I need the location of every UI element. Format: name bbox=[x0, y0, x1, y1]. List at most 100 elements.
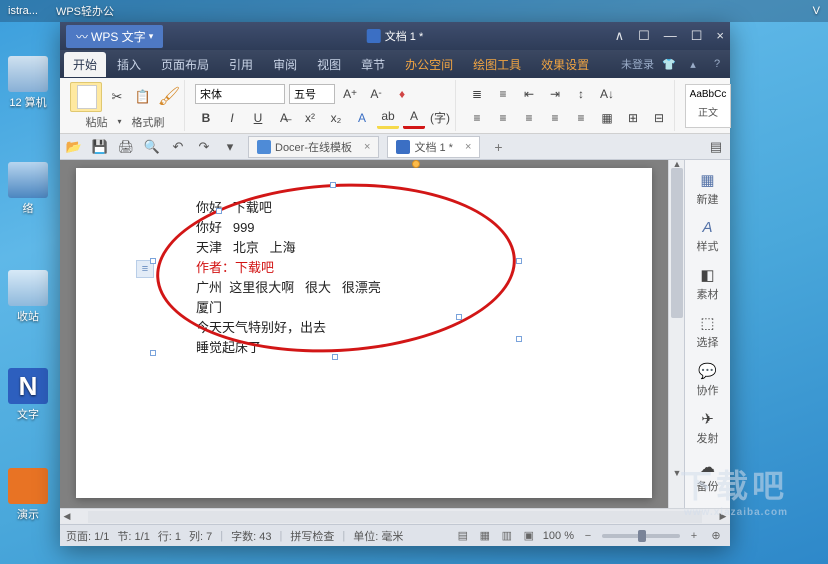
subscript-button[interactable]: x₂ bbox=[325, 107, 347, 129]
status-page[interactable]: 页面: 1/1 bbox=[66, 528, 109, 544]
resize-handle[interactable] bbox=[330, 182, 336, 188]
sort-icon[interactable]: A↓ bbox=[596, 83, 618, 105]
app-name-dropdown[interactable]: 〰 WPS 文字 ▾ bbox=[66, 25, 163, 48]
maximize-button[interactable]: ☐ bbox=[691, 28, 703, 44]
line-spacing-icon[interactable]: ↕ bbox=[570, 83, 592, 105]
char-shading-icon[interactable]: (字) bbox=[429, 107, 451, 129]
align-right-icon[interactable]: ≡ bbox=[518, 107, 540, 129]
scroll-down-icon[interactable]: ▼ bbox=[669, 468, 685, 482]
scroll-thumb[interactable] bbox=[671, 168, 683, 318]
tab-list-icon[interactable]: ▤ bbox=[706, 137, 726, 157]
help-icon[interactable]: ? bbox=[708, 55, 726, 73]
doc-tab-current[interactable]: 文档 1 * × bbox=[387, 136, 480, 158]
font-family-select[interactable] bbox=[195, 84, 285, 104]
desktop-icon-recycle[interactable]: 收站 bbox=[4, 270, 52, 324]
text-line[interactable]: 你好 下载吧 bbox=[196, 198, 532, 218]
cut-icon[interactable]: ✂ bbox=[106, 86, 128, 108]
status-line[interactable]: 行: 1 bbox=[158, 528, 181, 544]
redo-icon[interactable]: ↷ bbox=[194, 137, 214, 157]
highlight-icon[interactable]: ab bbox=[377, 107, 399, 129]
text-line[interactable]: 你好 999 bbox=[196, 218, 532, 238]
borders-icon[interactable]: ⊞ bbox=[622, 107, 644, 129]
collapse-ribbon-icon[interactable]: ▴ bbox=[684, 55, 702, 73]
side-new[interactable]: ▦新建 bbox=[685, 166, 731, 212]
shading-icon[interactable]: ▦ bbox=[596, 107, 618, 129]
resize-handle[interactable] bbox=[150, 350, 156, 356]
restore-inner-icon[interactable]: ☐ bbox=[638, 28, 650, 44]
side-collab[interactable]: 💬协作 bbox=[685, 357, 731, 403]
resize-handle[interactable] bbox=[516, 258, 522, 264]
skin-icon[interactable]: 👕 bbox=[660, 55, 678, 73]
align-center-icon[interactable]: ≡ bbox=[492, 107, 514, 129]
italic-button[interactable]: I bbox=[221, 107, 243, 129]
text-line-author[interactable]: 作者：下载吧 bbox=[196, 258, 532, 278]
print-preview-icon[interactable]: 🔍 bbox=[142, 137, 162, 157]
rotate-handle[interactable] bbox=[412, 160, 420, 168]
desktop-icon-present[interactable]: 演示 bbox=[4, 468, 52, 522]
taskbar-item[interactable]: WPS轻办公 bbox=[56, 3, 114, 19]
resize-handle[interactable] bbox=[516, 336, 522, 342]
tab-home[interactable]: 开始 bbox=[64, 52, 106, 77]
new-tab-button[interactable]: + bbox=[486, 139, 510, 155]
status-col[interactable]: 列: 7 bbox=[189, 528, 212, 544]
align-left-icon[interactable]: ≡ bbox=[466, 107, 488, 129]
save-icon[interactable]: 💾 bbox=[90, 137, 110, 157]
zoom-level[interactable]: 100 % bbox=[543, 530, 574, 542]
numbering-icon[interactable]: ≡ bbox=[492, 83, 514, 105]
grow-font-icon[interactable]: A+ bbox=[339, 83, 361, 105]
font-size-select[interactable] bbox=[289, 84, 335, 104]
tab-effects[interactable]: 效果设置 bbox=[532, 52, 598, 77]
strike-button[interactable]: A̶ bbox=[273, 107, 295, 129]
tab-reference[interactable]: 引用 bbox=[220, 52, 262, 77]
indent-left-icon[interactable]: ⇤ bbox=[518, 83, 540, 105]
view-print-icon[interactable]: ▤ bbox=[455, 528, 471, 544]
indent-right-icon[interactable]: ⇥ bbox=[544, 83, 566, 105]
close-button[interactable]: × bbox=[716, 28, 724, 44]
font-color-icon[interactable]: A bbox=[403, 107, 425, 129]
print-icon[interactable]: 🖨 bbox=[116, 137, 136, 157]
side-material[interactable]: ◧素材 bbox=[685, 261, 731, 307]
tab-drawtools[interactable]: 绘图工具 bbox=[464, 52, 530, 77]
close-tab-icon[interactable]: × bbox=[364, 141, 370, 153]
desktop-icon-computer[interactable]: 12 算机 bbox=[4, 56, 52, 110]
text-line[interactable]: 今天天气特别好，出去 bbox=[196, 318, 532, 338]
vertical-scrollbar[interactable]: ▲ ▼ bbox=[668, 160, 684, 508]
horizontal-scrollbar[interactable]: ◀ ▶ bbox=[60, 508, 730, 524]
view-web-icon[interactable]: ▥ bbox=[499, 528, 515, 544]
close-tab-icon[interactable]: × bbox=[465, 141, 471, 153]
distribute-icon[interactable]: ≡ bbox=[570, 107, 592, 129]
resize-handle[interactable] bbox=[216, 208, 222, 214]
side-style[interactable]: A样式 bbox=[685, 214, 731, 259]
resize-handle[interactable] bbox=[150, 258, 156, 264]
zoom-knob[interactable] bbox=[638, 530, 646, 542]
zoom-in-icon[interactable]: + bbox=[686, 528, 702, 544]
format-painter-icon[interactable]: 🖌 bbox=[158, 86, 180, 108]
status-unit[interactable]: 单位: 毫米 bbox=[353, 528, 403, 544]
text-line[interactable]: 厦门 bbox=[196, 298, 532, 318]
tab-section[interactable]: 章节 bbox=[352, 52, 394, 77]
align-justify-icon[interactable]: ≡ bbox=[544, 107, 566, 129]
text-line[interactable]: 广州 这里很大啊 很大 很漂亮 bbox=[196, 278, 532, 298]
tab-insert[interactable]: 插入 bbox=[108, 52, 150, 77]
status-words[interactable]: 字数: 43 bbox=[231, 528, 271, 544]
copy-icon[interactable]: 📋 bbox=[132, 86, 154, 108]
desktop-icon-network[interactable]: 络 bbox=[4, 162, 52, 216]
side-backup[interactable]: ☁备份 bbox=[685, 453, 731, 499]
tab-layout[interactable]: 页面布局 bbox=[152, 52, 218, 77]
text-line[interactable]: 睡觉起床了 bbox=[196, 338, 532, 358]
scroll-right-icon[interactable]: ▶ bbox=[716, 511, 730, 522]
paste-button[interactable] bbox=[70, 82, 102, 112]
desktop-icon-wps[interactable]: N文字 bbox=[4, 368, 52, 422]
bullets-icon[interactable]: ≣ bbox=[466, 83, 488, 105]
side-send[interactable]: ✈发射 bbox=[685, 405, 731, 451]
shrink-font-icon[interactable]: A- bbox=[365, 83, 387, 105]
doc-tab-templates[interactable]: Docer-在线模板 × bbox=[248, 136, 379, 158]
view-read-icon[interactable]: ▣ bbox=[521, 528, 537, 544]
login-status[interactable]: 未登录 bbox=[621, 56, 654, 72]
bold-button[interactable]: B bbox=[195, 107, 217, 129]
resize-handle[interactable] bbox=[332, 354, 338, 360]
open-folder-icon[interactable]: 📂 bbox=[64, 137, 84, 157]
more-quick-icon[interactable]: ▾ bbox=[220, 137, 240, 157]
tab-office[interactable]: 办公空间 bbox=[396, 52, 462, 77]
undo-icon[interactable]: ↶ bbox=[168, 137, 188, 157]
